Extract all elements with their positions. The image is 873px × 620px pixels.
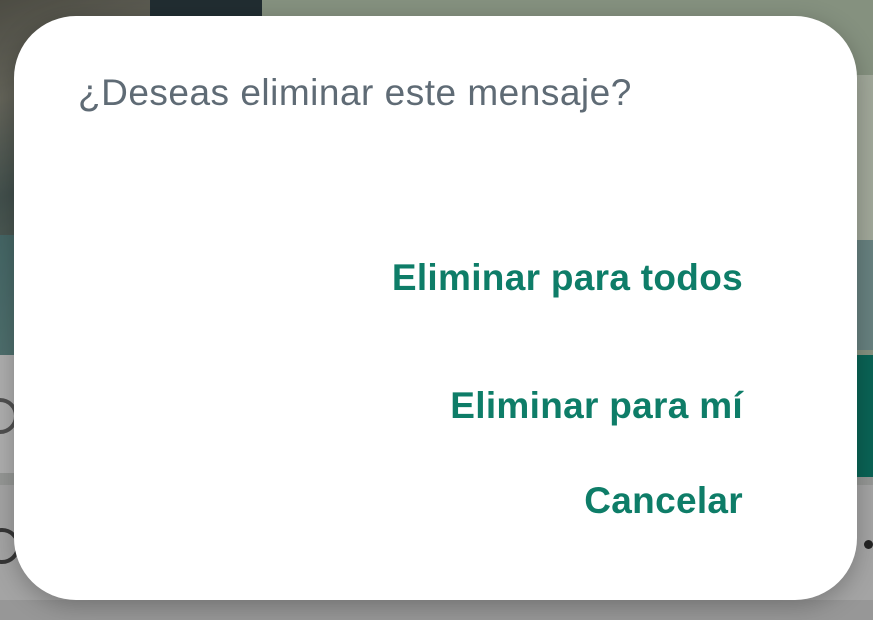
delete-for-everyone-button[interactable]: Eliminar para todos [392, 214, 743, 342]
delete-message-dialog: ¿Deseas eliminar este mensaje? Eliminar … [14, 16, 857, 600]
dialog-actions: Eliminar para todos Eliminar para mí Can… [392, 214, 743, 532]
cancel-button[interactable]: Cancelar [584, 470, 743, 532]
dialog-title: ¿Deseas eliminar este mensaje? [78, 72, 632, 113]
delete-for-me-button[interactable]: Eliminar para mí [450, 342, 743, 470]
